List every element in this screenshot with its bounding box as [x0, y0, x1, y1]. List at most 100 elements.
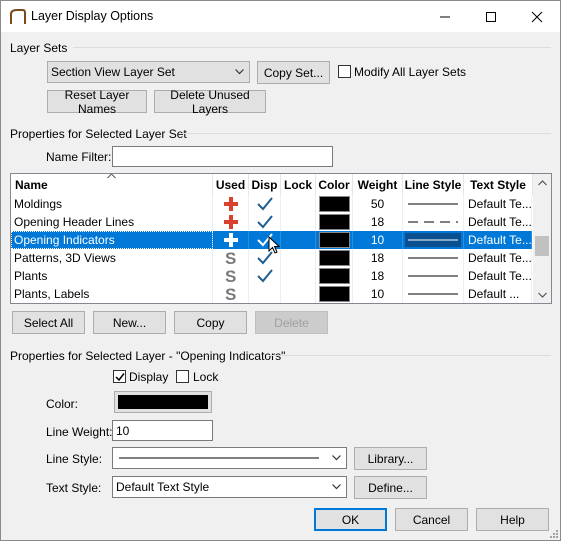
copy-layer-button[interactable]: Copy	[174, 311, 247, 334]
modify-all-label: Modify All Layer Sets	[354, 65, 467, 79]
column-header-weight[interactable]: Weight	[353, 174, 403, 195]
line-style-cell[interactable]	[403, 213, 464, 231]
group-divider	[73, 47, 551, 48]
line-style-dashed	[408, 221, 458, 223]
color-cell[interactable]	[316, 285, 353, 303]
disp-cell[interactable]	[249, 285, 281, 303]
line-weight-input[interactable]: 10	[112, 420, 213, 441]
lock-cell[interactable]	[281, 267, 316, 285]
ok-button[interactable]: OK	[314, 508, 387, 531]
line-style-select[interactable]	[112, 447, 347, 469]
reset-layer-names-button[interactable]: Reset Layer Names	[47, 88, 147, 116]
used-plus-icon	[224, 197, 238, 211]
weight-cell[interactable]: 18	[353, 267, 403, 285]
table-row[interactable]: Opening Header Lines 18 Default Te...	[11, 213, 532, 231]
column-header-lock[interactable]: Lock	[281, 174, 316, 195]
color-swatch	[319, 268, 350, 284]
disp-cell[interactable]	[249, 267, 281, 285]
lock-cell[interactable]	[281, 231, 316, 249]
disp-cell[interactable]	[249, 195, 281, 213]
library-button[interactable]: Library...	[354, 447, 427, 470]
color-picker-button[interactable]	[114, 391, 212, 413]
maximize-button[interactable]	[468, 1, 514, 32]
text-style-cell[interactable]: Default Te...	[464, 231, 532, 249]
define-button[interactable]: Define...	[354, 476, 427, 499]
select-all-button[interactable]: Select All	[12, 311, 85, 334]
used-cell	[213, 213, 249, 231]
modify-all-checkbox[interactable]	[338, 65, 351, 78]
chevron-down-icon	[332, 455, 341, 461]
cancel-button[interactable]: Cancel	[395, 508, 468, 531]
line-style-cell[interactable]	[403, 267, 464, 285]
lock-cell[interactable]	[281, 195, 316, 213]
text-style-cell[interactable]: Default Te...	[464, 213, 532, 231]
line-style-solid	[408, 275, 458, 277]
weight-cell[interactable]: 18	[353, 249, 403, 267]
color-swatch	[319, 196, 350, 212]
text-style-cell[interactable]: Default Te...	[464, 249, 532, 267]
chevron-down-icon	[235, 69, 244, 75]
table-row[interactable]: Plants S 18 Default Te...	[11, 267, 532, 285]
layer-set-select[interactable]: Section View Layer Set	[47, 61, 250, 83]
line-style-label: Line Style:	[46, 452, 103, 466]
line-style-cell[interactable]	[403, 249, 464, 267]
sort-ascending-icon	[107, 174, 116, 179]
column-header-used[interactable]: Used	[213, 174, 249, 195]
minimize-button[interactable]	[422, 1, 468, 32]
weight-cell[interactable]: 10	[353, 231, 403, 249]
table-row[interactable]: Plants, Labels S 10 Default ...	[11, 285, 532, 303]
color-swatch	[319, 232, 350, 248]
weight-cell[interactable]: 18	[353, 213, 403, 231]
line-style-cell[interactable]	[403, 231, 464, 249]
column-header-disp[interactable]: Disp	[249, 174, 281, 195]
scroll-down-icon[interactable]	[538, 292, 547, 298]
line-style-solid	[408, 293, 458, 295]
lock-cell[interactable]	[281, 249, 316, 267]
lock-cell[interactable]	[281, 285, 316, 303]
line-style-cell[interactable]	[403, 285, 464, 303]
table-row[interactable]: Moldings 50 Default Te...	[11, 195, 532, 213]
close-button[interactable]	[514, 1, 560, 32]
line-style-solid	[408, 203, 458, 205]
color-cell[interactable]	[316, 195, 353, 213]
help-button[interactable]: Help	[476, 508, 549, 531]
color-cell[interactable]	[316, 213, 353, 231]
display-label: Display	[129, 370, 169, 384]
lock-cell[interactable]	[281, 213, 316, 231]
column-header-color[interactable]: Color	[316, 174, 353, 195]
text-style-select[interactable]: Default Text Style	[112, 476, 347, 498]
text-style-cell[interactable]: Default Te...	[464, 195, 532, 213]
line-weight-value: 10	[116, 424, 130, 438]
text-style-cell[interactable]: Default Te...	[464, 267, 532, 285]
text-style-cell[interactable]: Default ...	[464, 285, 532, 303]
used-cell: S	[213, 267, 249, 285]
used-cell	[213, 231, 249, 249]
minimize-icon	[440, 16, 450, 18]
weight-cell[interactable]: 50	[353, 195, 403, 213]
lock-checkbox[interactable]	[176, 370, 189, 383]
new-layer-button[interactable]: New...	[93, 311, 166, 334]
scroll-up-icon[interactable]	[538, 180, 547, 186]
name-filter-input[interactable]	[112, 146, 333, 167]
column-header-name[interactable]: Name	[11, 174, 213, 195]
display-checkbox[interactable]	[113, 370, 126, 383]
table-vertical-scrollbar[interactable]	[533, 174, 551, 303]
weight-cell[interactable]: 10	[353, 285, 403, 303]
color-cell[interactable]	[316, 231, 353, 249]
delete-unused-layers-button[interactable]: Delete Unused Layers	[154, 88, 266, 116]
column-header-line-style[interactable]: Line Style	[403, 174, 464, 195]
delete-layer-button[interactable]: Delete	[255, 311, 328, 334]
layer-name: Opening Indicators	[11, 231, 213, 249]
line-weight-label: Line Weight:	[46, 425, 113, 439]
column-header-text-style[interactable]: Text Style	[464, 174, 533, 195]
color-cell[interactable]	[316, 249, 353, 267]
copy-set-button[interactable]: Copy Set...	[257, 61, 330, 84]
layers-table[interactable]: Name Used Disp Lock Color Weight Line St…	[10, 173, 552, 304]
used-cell	[213, 195, 249, 213]
used-cell: S	[213, 285, 249, 303]
disp-cell[interactable]	[249, 213, 281, 231]
resize-grip-icon[interactable]	[549, 529, 559, 539]
line-style-cell[interactable]	[403, 195, 464, 213]
scrollbar-thumb[interactable]	[535, 236, 549, 256]
color-cell[interactable]	[316, 267, 353, 285]
